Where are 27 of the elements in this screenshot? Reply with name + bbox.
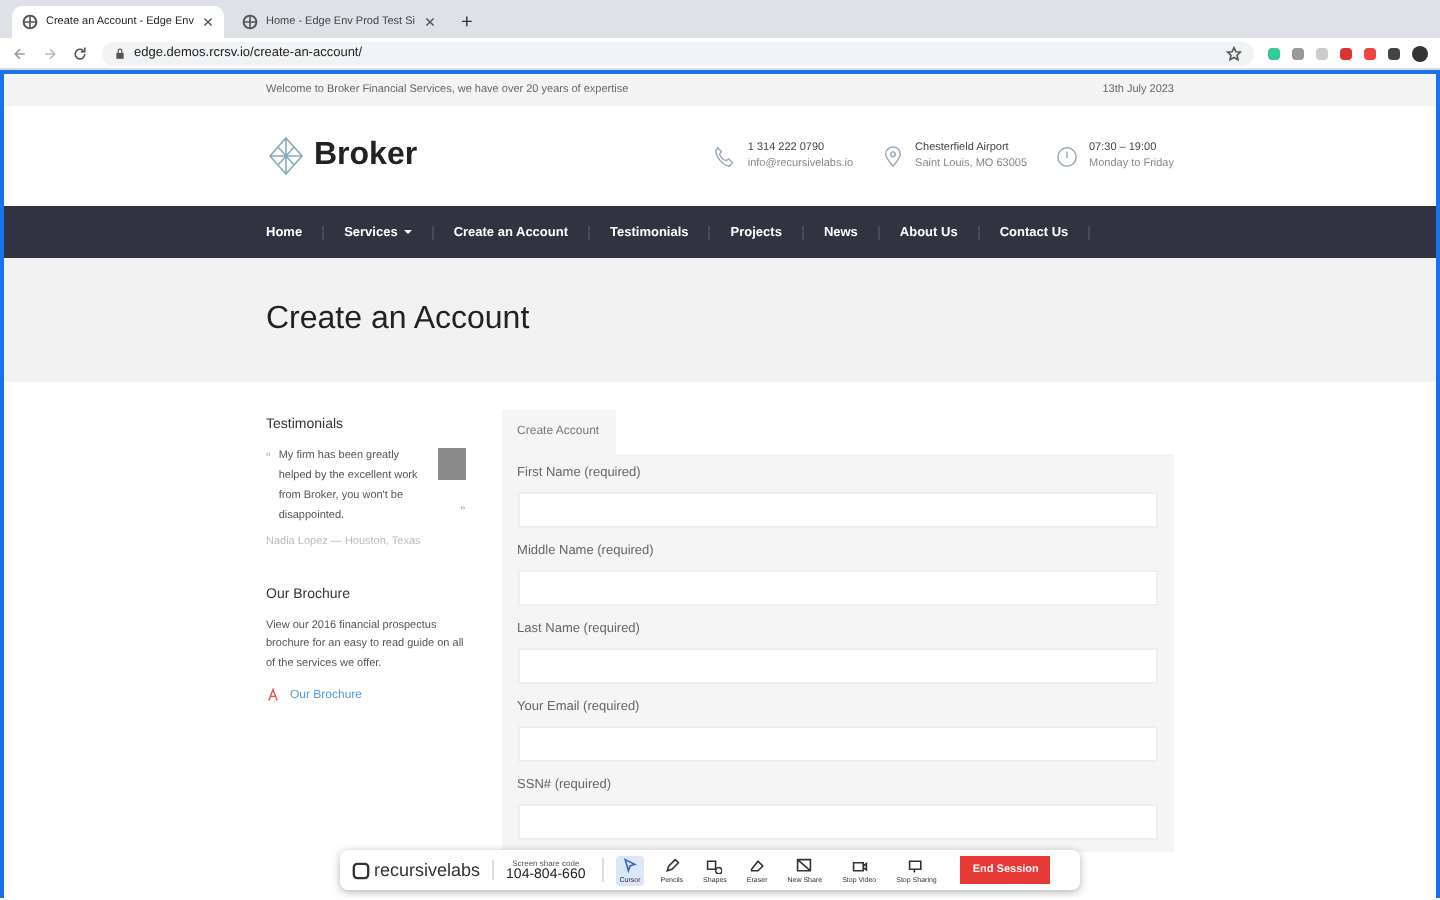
globe-icon	[22, 14, 38, 30]
video-camera-icon	[851, 857, 868, 873]
phone-icon	[713, 145, 736, 167]
page-title: Create an Account	[266, 302, 532, 338]
logo-icon	[352, 861, 370, 879]
logo-text[interactable]: Broker	[314, 138, 418, 174]
cube-logo-icon	[266, 136, 306, 176]
lock-icon	[114, 47, 126, 59]
back-icon[interactable]	[12, 45, 28, 61]
avatar-circle[interactable]	[1412, 45, 1428, 61]
map-pin-icon	[881, 145, 904, 167]
pencil-icon	[663, 857, 680, 873]
star-icon[interactable]	[1226, 45, 1242, 61]
new-tab-button[interactable]: +	[453, 12, 481, 38]
close-icon[interactable]	[202, 16, 214, 28]
reload-icon[interactable]	[72, 45, 88, 61]
shapes-icon	[706, 857, 723, 873]
screen-icon	[796, 857, 813, 873]
clock-icon	[1055, 145, 1077, 167]
eraser-icon	[749, 857, 766, 873]
globe-icon	[242, 14, 258, 30]
forward-icon[interactable]	[42, 45, 58, 61]
close-icon[interactable]	[423, 16, 435, 28]
monitor-icon	[908, 857, 925, 873]
cursor-icon	[621, 857, 638, 873]
logo-text: recursivelabs	[352, 860, 495, 880]
photo-placeholder	[437, 448, 466, 480]
